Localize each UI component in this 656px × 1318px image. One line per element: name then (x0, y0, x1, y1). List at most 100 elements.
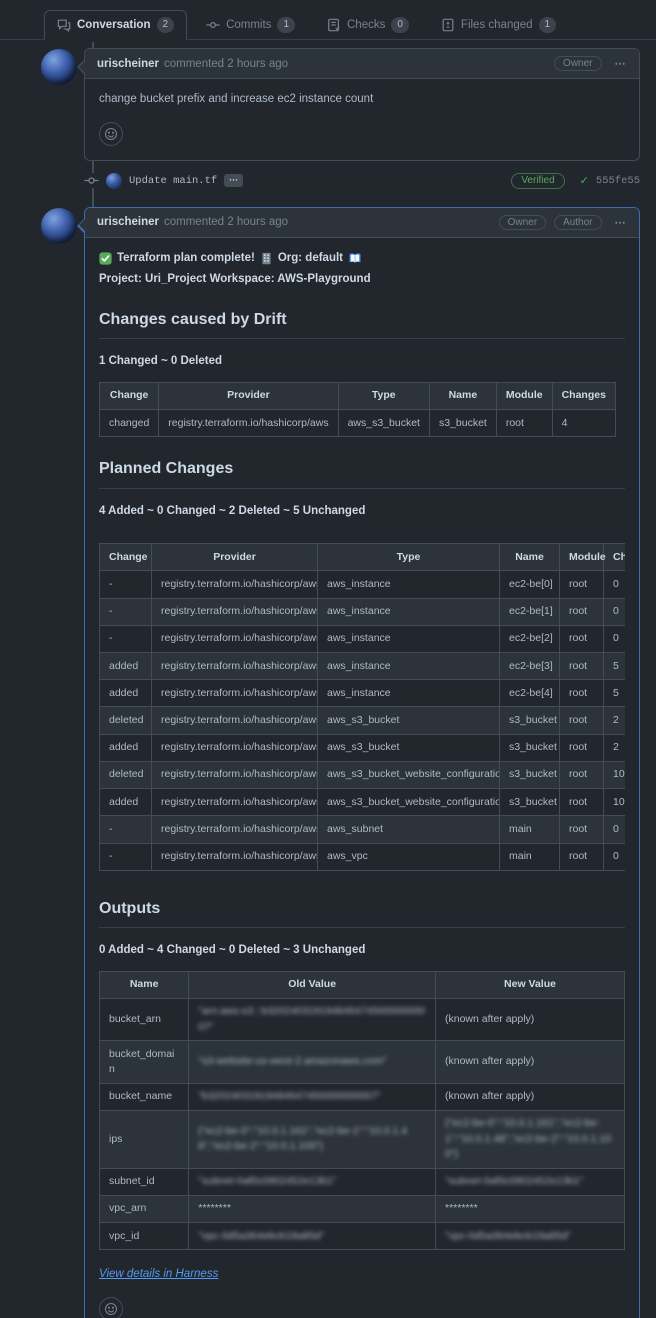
cell-change: - (100, 843, 152, 870)
cell-changes: 0 (604, 843, 626, 870)
table-row: ips {"ec2-be-0":"10.0.1.161","ec2-be-1":… (100, 1110, 625, 1168)
cell-name: ec2-be[3] (500, 653, 560, 680)
cell-provider: registry.terraform.io/hashicorp/aws (152, 571, 318, 598)
cell-module: root (560, 843, 604, 870)
comment-author[interactable]: urischeiner (97, 216, 159, 228)
tab-count: 0 (391, 17, 409, 33)
owner-badge: Owner (499, 215, 546, 230)
table-row: added registry.terraform.io/hashicorp/aw… (100, 789, 626, 816)
table-row: bucket_name "b32024031919484647450000000… (100, 1083, 625, 1110)
cell-name: main (500, 816, 560, 843)
cell-new-value: "subnet-0af0c0902452e13b1" (436, 1168, 625, 1195)
tab-conversation[interactable]: Conversation 2 (44, 10, 187, 40)
plan-complete-text: Terraform plan complete! (117, 250, 255, 267)
cell-change: - (100, 598, 152, 625)
commit-expand-button[interactable]: ··· (224, 174, 243, 187)
tab-label: Files changed (461, 19, 533, 31)
cell-change: - (100, 816, 152, 843)
cell-module: root (560, 707, 604, 734)
cell-type: aws_instance (318, 571, 500, 598)
status-check-icon[interactable]: ✓ (580, 174, 589, 187)
cell-old-value: {"ec2-be-0":"10.0.1.161","ec2-be-1":"10.… (189, 1110, 436, 1168)
commit-message-link[interactable]: Update main.tf (129, 175, 217, 187)
conversation-icon (57, 18, 71, 32)
cell-old-value: "arn:aws:s3:::b3202403191948464745000000… (189, 998, 436, 1040)
cell-name: s3_bucket (500, 707, 560, 734)
table-header-row: Name Old Value New Value (100, 971, 625, 998)
table-row: vpc_id "vpc-0d5a364ebcb19a85d" "vpc-0d5a… (100, 1223, 625, 1250)
cell-type: aws_instance (318, 680, 500, 707)
office-building-emoji-icon (260, 252, 273, 265)
kebab-menu-icon[interactable]: ⋯ (615, 216, 628, 229)
tab-checks[interactable]: Checks 0 (314, 10, 422, 40)
cell-type: aws_s3_bucket_website_configuration (318, 761, 500, 788)
cell-new-value: (known after apply) (436, 998, 625, 1040)
cell-module: root (560, 598, 604, 625)
col-changes: Changes (552, 382, 615, 409)
comment-timestamp[interactable]: commented 2 hours ago (164, 216, 288, 228)
table-row: - registry.terraform.io/hashicorp/aws aw… (100, 598, 626, 625)
comment-text: change bucket prefix and increase ec2 in… (99, 91, 625, 108)
table-row: bucket_arn "arn:aws:s3:::b32024031919484… (100, 998, 625, 1040)
project-workspace-text: Project: Uri_Project Workspace: AWS-Play… (99, 271, 371, 288)
outputs-section-title: Outputs (99, 897, 625, 928)
tab-label: Conversation (77, 19, 151, 31)
org-text: Org: default (278, 250, 343, 267)
cell-type: aws_instance (318, 653, 500, 680)
cell-provider: registry.terraform.io/hashicorp/aws (159, 410, 338, 437)
planned-table-clip: Change Provider Type Name Module Changes… (99, 531, 625, 877)
cell-output-name: bucket_name (100, 1083, 189, 1110)
comment-header: urischeiner commented 2 hours ago Owner … (85, 208, 639, 238)
cell-name: ec2-be[0] (500, 571, 560, 598)
col-provider: Provider (159, 382, 338, 409)
tab-count: 1 (539, 17, 557, 33)
cell-type: aws_instance (318, 625, 500, 652)
cell-change: added (100, 653, 152, 680)
commit-icon (84, 173, 99, 188)
tab-count: 2 (157, 17, 175, 33)
table-header-row: Change Provider Type Name Module Changes (100, 382, 616, 409)
cell-provider: registry.terraform.io/hashicorp/aws (152, 843, 318, 870)
add-reaction-button[interactable] (99, 122, 123, 146)
cell-new-value: ******** (436, 1195, 625, 1222)
cell-type: aws_s3_bucket (318, 734, 500, 761)
comment-author[interactable]: urischeiner (97, 58, 159, 70)
cell-provider: registry.terraform.io/hashicorp/aws (152, 761, 318, 788)
verified-badge[interactable]: Verified (511, 173, 564, 189)
commit-sha-link[interactable]: 555fe55 (596, 175, 640, 187)
cell-provider: registry.terraform.io/hashicorp/aws (152, 816, 318, 843)
comment-timestamp[interactable]: commented 2 hours ago (164, 58, 288, 70)
cell-provider: registry.terraform.io/hashicorp/aws (152, 734, 318, 761)
file-diff-icon (441, 18, 455, 32)
plan-status-line: Terraform plan complete! Org: default Pr… (99, 250, 625, 288)
planned-summary: 4 Added ~ 0 Changed ~ 2 Deleted ~ 5 Unch… (99, 503, 625, 520)
cell-provider: registry.terraform.io/hashicorp/aws (152, 680, 318, 707)
avatar[interactable] (41, 208, 77, 244)
view-details-harness-link[interactable]: View details in Harness (99, 1266, 218, 1283)
cell-changes: 5 (604, 680, 626, 707)
cell-change: deleted (100, 707, 152, 734)
checklist-icon (327, 18, 341, 32)
cell-output-name: vpc_id (100, 1223, 189, 1250)
table-row: added registry.terraform.io/hashicorp/aw… (100, 653, 626, 680)
cell-name: s3_bucket (500, 734, 560, 761)
tab-commits[interactable]: Commits 1 (193, 10, 308, 40)
kebab-menu-icon[interactable]: ⋯ (615, 57, 628, 70)
table-row: - registry.terraform.io/hashicorp/aws aw… (100, 843, 626, 870)
avatar[interactable] (41, 49, 77, 85)
tab-files-changed[interactable]: Files changed 1 (428, 10, 569, 40)
cell-change: deleted (100, 761, 152, 788)
drift-section-title: Changes caused by Drift (99, 308, 625, 339)
cell-changes: 0 (604, 571, 626, 598)
commit-author-avatar[interactable] (106, 173, 122, 189)
cell-type: aws_vpc (318, 843, 500, 870)
col-old-value: Old Value (189, 971, 436, 998)
col-module: Module (496, 382, 552, 409)
table-row: deleted registry.terraform.io/hashicorp/… (100, 761, 626, 788)
cell-output-name: subnet_id (100, 1168, 189, 1195)
add-reaction-button[interactable] (99, 1297, 123, 1318)
tab-label: Commits (226, 19, 271, 31)
tab-label: Checks (347, 19, 385, 31)
cell-changes: 10 (604, 789, 626, 816)
col-provider: Provider (152, 544, 318, 571)
